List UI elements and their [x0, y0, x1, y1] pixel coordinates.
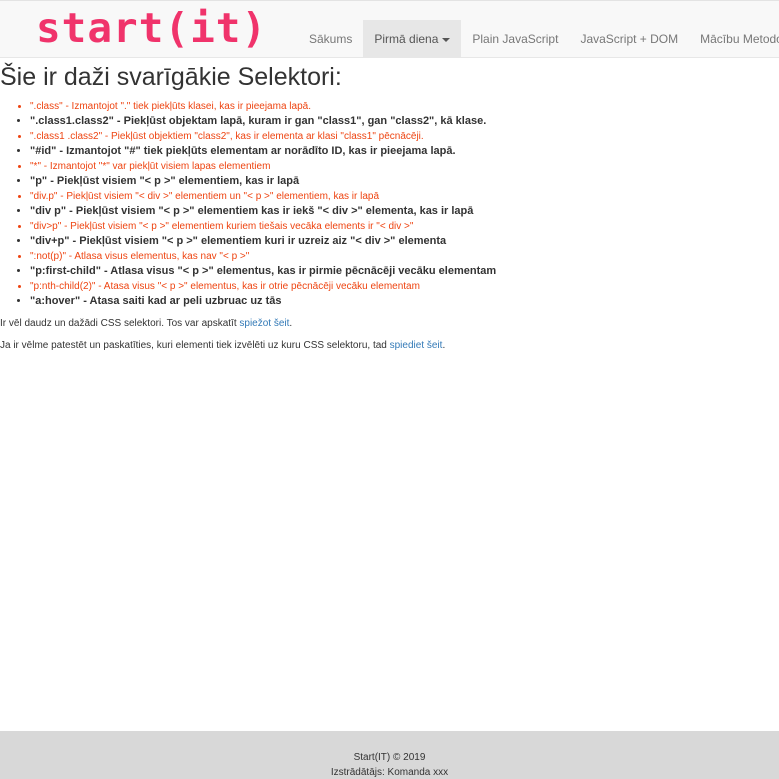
list-item: "*" - Izmantojot "*" var piekļūt visiem …	[30, 159, 496, 174]
page-title: Šie ir daži svarīgākie Selektori:	[0, 63, 342, 91]
paragraph-text: Ir vēl daudz un dažādi CSS selektori. To…	[0, 318, 240, 329]
nav-item-pirma-diena[interactable]: Pirmā diena	[363, 20, 462, 58]
paragraph-suffix: .	[289, 318, 293, 329]
nav-item-sakums[interactable]: Sākums	[298, 20, 363, 58]
nav-item-label: Mācību Metodoloģija	[700, 32, 779, 46]
list-item: "a:hover" - Atasa saiti kad ar peli uzbr…	[30, 294, 496, 309]
list-item: ".class" - Izmantojot "." tiek piekļūts …	[30, 99, 496, 114]
css-selectors-paragraph: Ir vēl daudz un dažādi CSS selektori. To…	[0, 317, 292, 331]
paragraph-text: Ja ir vēlme patestēt un paskatīties, kur…	[0, 340, 390, 351]
list-item: ":not(p)" - Atlasa visus elementus, kas …	[30, 249, 496, 264]
list-item: "p" - Piekļūst visiem "< p >" elementiem…	[30, 174, 496, 189]
footer-developer: Izstrādātājs: Komanda xxx	[330, 767, 449, 778]
footer-copyright: Start(IT) © 2019	[353, 752, 426, 763]
nav-item-plain-javascript[interactable]: Plain JavaScript	[461, 20, 569, 58]
navbar: start(it) Sākums Pirmā diena Plain JavaS…	[0, 0, 779, 58]
test-selectors-paragraph: Ja ir vēlme patestēt un paskatīties, kur…	[0, 339, 445, 353]
nav-item-label: Sākums	[309, 32, 353, 46]
list-item: ".class1 .class2" - Piekļūst objektiem "…	[30, 129, 496, 144]
list-item: "p:first-child" - Atlasa visus "< p >" e…	[30, 264, 496, 279]
test-selectors-link[interactable]: spiediet šeit	[390, 340, 443, 351]
nav-item-javascript-dom[interactable]: JavaScript + DOM	[569, 20, 689, 58]
list-item: "div>p" - Piekļūst visiem "< p >" elemen…	[30, 219, 496, 234]
nav-item-label: Plain JavaScript	[472, 32, 559, 46]
list-item: "#id" - Izmantojot "#" tiek piekļūts ele…	[30, 144, 496, 159]
nav-item-label: JavaScript + DOM	[580, 32, 679, 46]
list-item: "p:nth-child(2)" - Atasa visus "< p >" e…	[30, 279, 496, 294]
css-selectors-link[interactable]: spiežot šeit	[239, 318, 289, 329]
list-item: "div p" - Piekļūst visiem "< p >" elemen…	[30, 204, 496, 219]
list-item: "div.p" - Piekļūst visiem "< div >" elem…	[30, 189, 496, 204]
list-item: "div+p" - Piekļūst visiem "< p >" elemen…	[30, 234, 496, 249]
list-item: ".class1.class2" - Piekļūst objektam lap…	[30, 114, 496, 129]
brand-logo[interactable]: start(it)	[36, 3, 267, 53]
nav-menu: Sākums Pirmā diena Plain JavaScript Java…	[298, 20, 779, 58]
paragraph-suffix: .	[442, 340, 446, 351]
caret-down-icon	[442, 37, 451, 42]
selector-list: ".class" - Izmantojot "." tiek piekļūts …	[0, 99, 496, 309]
nav-item-label: Pirmā diena	[374, 32, 439, 46]
footer: Start(IT) © 2019 Izstrādātājs: Komanda x…	[0, 731, 779, 779]
nav-item-macibu-metodologija[interactable]: Mācību Metodoloģija	[689, 20, 779, 58]
